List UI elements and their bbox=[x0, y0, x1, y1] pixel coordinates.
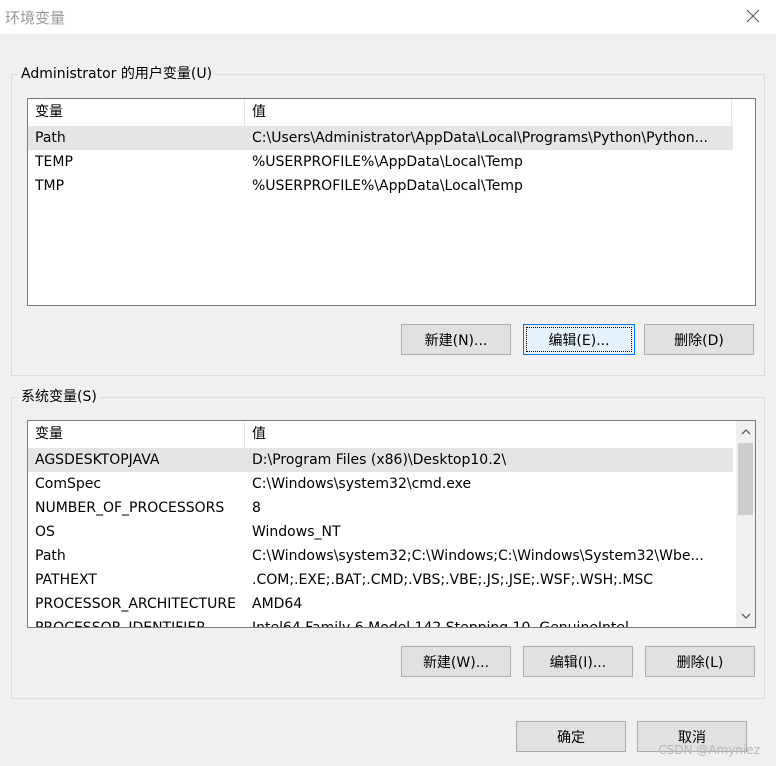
table-row[interactable]: TMP %USERPROFILE%\AppData\Local\Temp bbox=[28, 174, 733, 198]
system-new-button[interactable]: 新建(W)... bbox=[401, 646, 511, 677]
column-header-value[interactable]: 值 bbox=[245, 421, 733, 448]
table-row[interactable]: AGSDESKTOPJAVA D:\Program Files (x86)\De… bbox=[28, 448, 733, 472]
close-button[interactable] bbox=[730, 0, 776, 32]
row-variable-name: Path bbox=[35, 548, 66, 564]
ok-button[interactable]: 确定 bbox=[516, 721, 626, 752]
column-header-variable[interactable]: 变量 bbox=[28, 99, 245, 126]
close-icon bbox=[746, 9, 760, 23]
scroll-thumb[interactable] bbox=[738, 443, 753, 515]
user-delete-button[interactable]: 删除(D) bbox=[644, 324, 754, 355]
window-title: 环境变量 bbox=[5, 9, 66, 27]
column-header-variable[interactable]: 变量 bbox=[28, 421, 245, 448]
system-list-header: 变量 值 bbox=[28, 421, 733, 448]
row-variable-value: %USERPROFILE%\AppData\Local\Temp bbox=[252, 178, 523, 194]
row-variable-value: Intel64 Family 6 Model 142 Stepping 10, … bbox=[252, 620, 629, 628]
table-row[interactable]: TEMP %USERPROFILE%\AppData\Local\Temp bbox=[28, 150, 733, 174]
row-variable-name: PATHEXT bbox=[35, 572, 97, 588]
row-variable-name: NUMBER_OF_PROCESSORS bbox=[35, 500, 225, 516]
table-row[interactable]: Path C:\Windows\system32;C:\Windows;C:\W… bbox=[28, 544, 733, 568]
row-variable-name: PROCESSOR_IDENTIFIER bbox=[35, 620, 206, 628]
chevron-up-icon bbox=[741, 429, 750, 435]
row-variable-name: TMP bbox=[35, 178, 65, 194]
row-variable-value: C:\Windows\system32;C:\Windows;C:\Window… bbox=[252, 548, 704, 564]
watermark: CSDN @Amyniez bbox=[658, 743, 760, 757]
user-new-button[interactable]: 新建(N)... bbox=[401, 324, 511, 355]
row-variable-value: .COM;.EXE;.BAT;.CMD;.VBS;.VBE;.JS;.JSE;.… bbox=[252, 572, 654, 588]
scroll-down-button[interactable] bbox=[736, 606, 755, 626]
system-list-rows: AGSDESKTOPJAVA D:\Program Files (x86)\De… bbox=[28, 448, 733, 628]
column-header-value[interactable]: 值 bbox=[245, 99, 732, 126]
user-list-rows: Path C:\Users\Administrator\AppData\Loca… bbox=[28, 126, 733, 198]
row-variable-value: C:\Users\Administrator\AppData\Local\Pro… bbox=[252, 130, 708, 146]
system-delete-button[interactable]: 删除(L) bbox=[645, 646, 755, 677]
row-variable-value: D:\Program Files (x86)\Desktop10.2\ bbox=[252, 452, 507, 468]
row-variable-name: Path bbox=[35, 130, 66, 146]
title-bar: 环境变量 bbox=[0, 0, 776, 34]
system-edit-button[interactable]: 编辑(I)... bbox=[523, 646, 633, 677]
table-row[interactable]: NUMBER_OF_PROCESSORS 8 bbox=[28, 496, 733, 520]
user-list-header: 变量 值 bbox=[28, 99, 732, 126]
table-row[interactable]: PATHEXT .COM;.EXE;.BAT;.CMD;.VBS;.VBE;.J… bbox=[28, 568, 733, 592]
row-variable-value: Windows_NT bbox=[252, 524, 341, 540]
chevron-down-icon bbox=[741, 613, 750, 619]
table-row[interactable]: Path C:\Users\Administrator\AppData\Loca… bbox=[28, 126, 733, 150]
row-variable-value: C:\Windows\system32\cmd.exe bbox=[252, 476, 472, 492]
scroll-up-button[interactable] bbox=[736, 422, 755, 442]
row-variable-name: OS bbox=[35, 524, 55, 540]
row-variable-value: %USERPROFILE%\AppData\Local\Temp bbox=[252, 154, 523, 170]
row-variable-name: ComSpec bbox=[35, 476, 102, 492]
system-variables-list[interactable]: 变量 值 AGSDESKTOPJAVA D:\Program Files (x8… bbox=[27, 420, 756, 628]
table-row[interactable]: PROCESSOR_IDENTIFIER Intel64 Family 6 Mo… bbox=[28, 616, 733, 628]
table-row[interactable]: PROCESSOR_ARCHITECTURE AMD64 bbox=[28, 592, 733, 616]
row-variable-name: AGSDESKTOPJAVA bbox=[35, 452, 160, 468]
row-variable-value: AMD64 bbox=[252, 596, 303, 612]
row-variable-value: 8 bbox=[252, 500, 261, 516]
table-row[interactable]: OS Windows_NT bbox=[28, 520, 733, 544]
user-variables-label: Administrator 的用户变量(U) bbox=[18, 64, 216, 84]
row-variable-name: PROCESSOR_ARCHITECTURE bbox=[35, 596, 236, 612]
table-row[interactable]: ComSpec C:\Windows\system32\cmd.exe bbox=[28, 472, 733, 496]
system-list-scrollbar[interactable] bbox=[736, 421, 755, 627]
environment-variables-dialog: 环境变量 Administrator 的用户变量(U) 变量 值 Path C:… bbox=[0, 0, 776, 766]
user-edit-button[interactable]: 编辑(E)... bbox=[523, 324, 635, 355]
user-variables-list[interactable]: 变量 值 Path C:\Users\Administrator\AppData… bbox=[27, 98, 756, 306]
row-variable-name: TEMP bbox=[35, 154, 73, 170]
system-variables-label: 系统变量(S) bbox=[18, 387, 100, 407]
